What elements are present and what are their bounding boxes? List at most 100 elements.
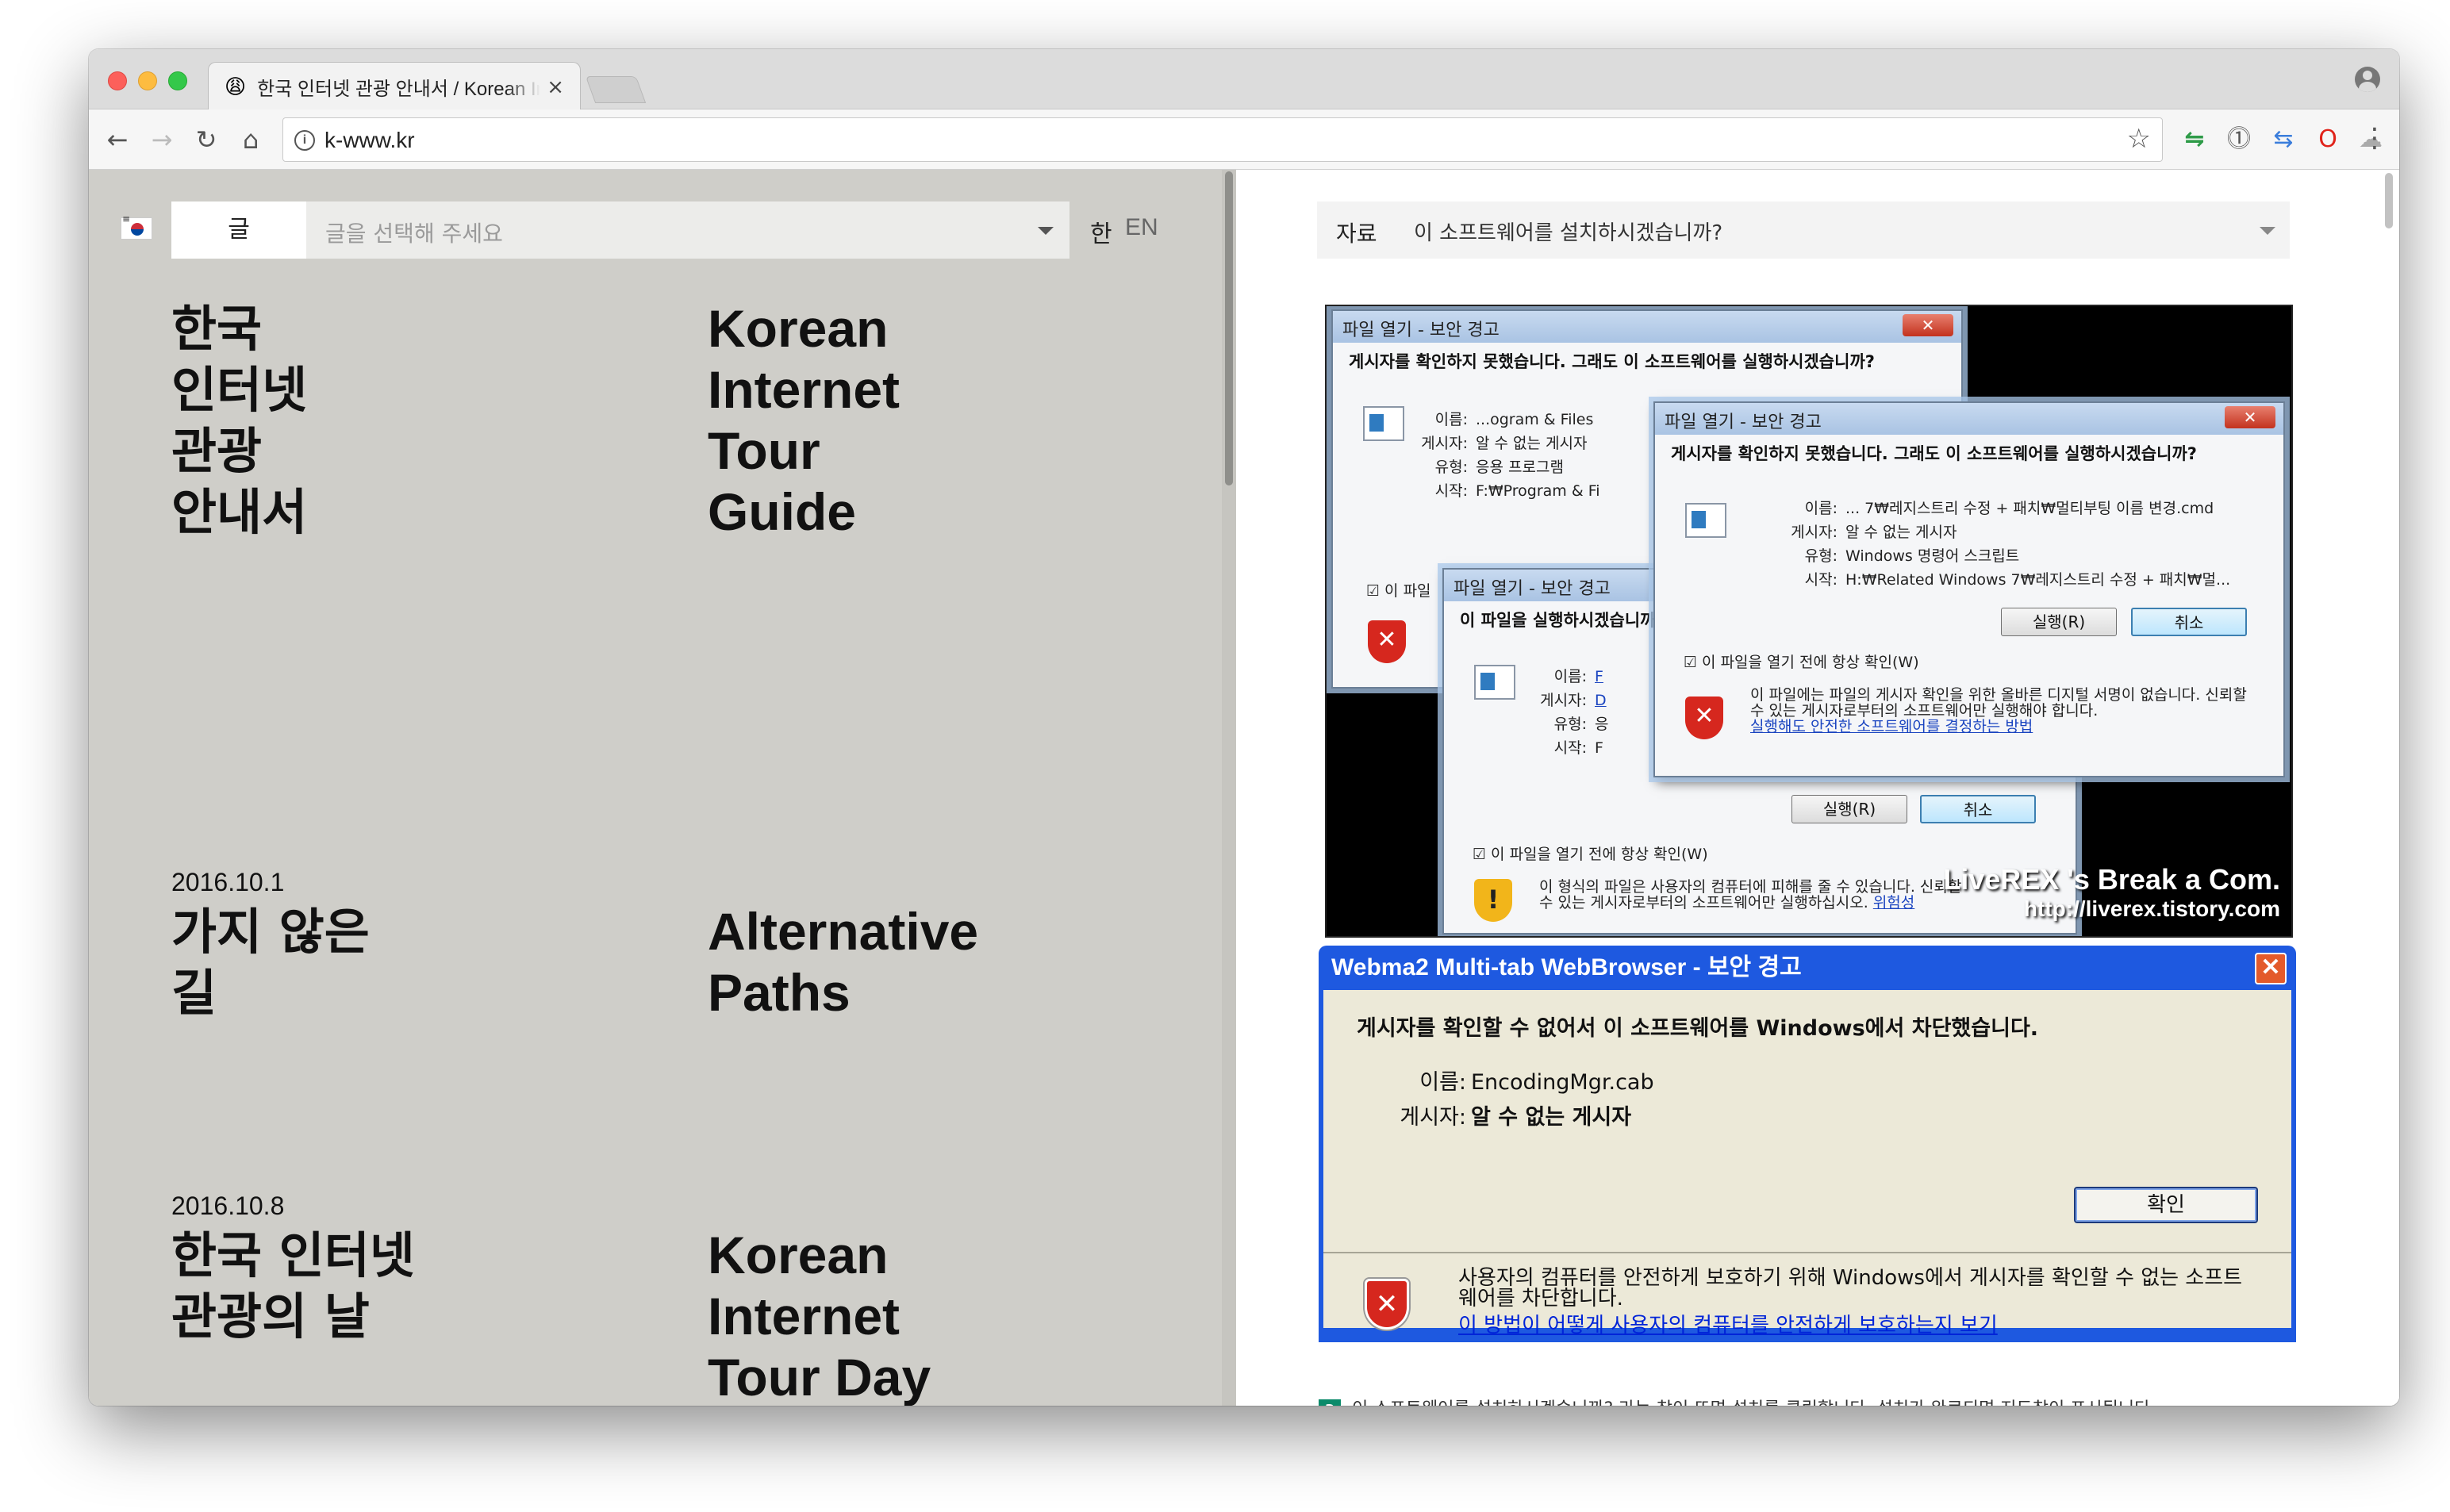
- watermark-title: LiveREX 's Break a Com.: [1943, 863, 2280, 896]
- page-content: 글 글을 선택해 주세요 한 EN 한국 인터넷 관광 안내서 Korean I…: [89, 170, 2399, 1406]
- field-key: 게시자:: [1540, 692, 1587, 709]
- translate-icon[interactable]: ⇆: [2268, 124, 2299, 155]
- shield-error-icon: ✕: [1365, 1279, 1409, 1330]
- dialog-warning: 이 파일에는 파일의 게시자 확인을 위한 올바른 디지털 서명이 없습니다. …: [1750, 687, 2258, 735]
- shield-error-icon: ✕: [1685, 697, 1723, 739]
- close-icon: ✕: [2255, 953, 2287, 984]
- xp-field: 게시자: 알 수 없는 게시자: [1323, 1099, 1631, 1130]
- xp-dialog-title: Webma2 Multi-tab WebBrowser - 보안 경고 ✕: [1323, 946, 2291, 990]
- tab-bar: 😩 한국 인터넷 관광 안내서 / Korean Internet Tour G…: [89, 49, 2399, 111]
- dialog-body: 게시자를 확인하지 못했습니다. 그래도 이 소프트웨어를 실행하시겠습니까? …: [1655, 435, 2283, 776]
- post-date: 2016.10.8: [171, 1192, 285, 1220]
- post-title-en[interactable]: Korean Internet Tour Guide: [708, 298, 1263, 543]
- xp-description: 사용자의 컴퓨터를 안전하게 보호하기 위해 Windows에서 게시자를 확인…: [1458, 1266, 2243, 1311]
- field-value: F: [1595, 668, 1603, 685]
- menu-icon[interactable]: ⋮: [2361, 122, 2388, 154]
- reference-screenshot-xp: Webma2 Multi-tab WebBrowser - 보안 경고 ✕ 게시…: [1319, 946, 2296, 1342]
- field-value: ... 7₩레지스트리 수정 + 패치₩멀티부팅 이름 변경.cmd: [1845, 500, 2214, 517]
- always-check-checkbox: 이 파일을 열기 전에 항상 확인(W): [1684, 650, 1919, 672]
- field-value: ...ogram & Files: [1476, 411, 1594, 428]
- field-key: 게시자:: [1421, 435, 1468, 452]
- field-value: 알 수 없는 게시자: [1476, 435, 1588, 452]
- article-select-placeholder: 글을 선택해 주세요: [325, 221, 503, 247]
- right-scroll-thumb[interactable]: [2385, 173, 2393, 228]
- address-bar[interactable]: i k-www.kr ☆: [282, 117, 2163, 162]
- watermark: LiveREX 's Break a Com. http://liverex.t…: [1943, 863, 2280, 922]
- field-value: Windows 명령어 스크립트: [1845, 547, 2020, 565]
- field-value: 알 수 없는 게시자: [1845, 524, 1957, 541]
- dialog-title: 파일 열기 - 보안 경고 ✕: [1655, 403, 2283, 435]
- reference-label: 자료: [1336, 221, 1377, 247]
- help-link: 위험성: [1872, 894, 1915, 911]
- browser-window: 😩 한국 인터넷 관광 안내서 / Korean Internet Tour G…: [89, 49, 2399, 1406]
- chevron-down-icon: [2260, 227, 2275, 235]
- xp-field: 이름: EncodingMgr.cab: [1323, 1065, 1654, 1096]
- reference-value: 이 소프트웨어를 설치하시겠습니까?: [1414, 221, 1723, 245]
- xp-title-text: Webma2 Multi-tab WebBrowser - 보안 경고: [1331, 954, 1802, 980]
- dialog-warning: 이 형식의 파일은 사용자의 컴퓨터에 피해를 줄 수 있습니다. 신뢰할 수 …: [1539, 879, 1968, 911]
- field-key: 이름:: [1419, 1070, 1466, 1095]
- field-value: D: [1595, 692, 1607, 709]
- reference-screenshot-win7: 파일 열기 - 보안 경고 ✕ 게시자를 확인하지 못했습니다. 그래도 이 소…: [1325, 305, 2293, 938]
- step-text: 이 소프트웨어를 설치하시겠습니까? 라는 창이 뜨면 설치를 클릭합니다. 설…: [1352, 1399, 2156, 1406]
- field-value: F:₩Program & Fi: [1476, 482, 1600, 500]
- zoom-window-button[interactable]: [168, 71, 187, 90]
- bookmark-star-icon[interactable]: ☆: [2127, 123, 2151, 155]
- field-value: 알 수 없는 게시자: [1471, 1105, 1632, 1130]
- new-tab-button[interactable]: [585, 76, 647, 103]
- post-title-en[interactable]: Korean Internet Tour Day: [708, 1225, 1263, 1406]
- field-key: 게시자:: [1400, 1105, 1466, 1130]
- left-scrollbar[interactable]: [1222, 170, 1236, 1406]
- close-window-button[interactable]: [108, 71, 127, 90]
- xp-dialog-body: 게시자를 확인할 수 없어서 이 소프트웨어를 Windows에서 차단했습니다…: [1323, 990, 2291, 1337]
- extension-icon[interactable]: ⓵: [2223, 124, 2255, 155]
- xp-heading: 게시자를 확인할 수 없어서 이 소프트웨어를 Windows에서 차단했습니다…: [1357, 1016, 2039, 1041]
- post-title-ko[interactable]: 한국 인터넷 관광 안내서: [171, 298, 663, 543]
- extension-icon[interactable]: ⇋: [2179, 124, 2210, 155]
- close-icon: ✕: [1903, 314, 1953, 336]
- info-icon[interactable]: i: [294, 130, 315, 151]
- chevron-down-icon: [1038, 227, 1054, 235]
- lang-ko-link[interactable]: 한: [1090, 214, 1112, 249]
- back-icon[interactable]: ←: [98, 121, 136, 159]
- tab-active[interactable]: 😩 한국 인터넷 관광 안내서 / Korean Internet Tour G…: [208, 62, 581, 111]
- article-select[interactable]: 글을 선택해 주세요: [306, 201, 1069, 259]
- profile-icon[interactable]: [2355, 67, 2380, 92]
- run-button: 실행(R): [1791, 795, 1907, 823]
- korea-flag-icon: [121, 213, 152, 240]
- right-scrollbar[interactable]: [2379, 170, 2399, 1406]
- dialog-fields: 이름: ...ogram & Files 게시자: 알 수 없는 게시자 유형: 응용…: [1381, 408, 1600, 503]
- reload-icon[interactable]: ↻: [187, 121, 225, 159]
- field-key: 유형:: [1804, 547, 1838, 565]
- post-item[interactable]: 2016.10.1 가지 않은 길 Alternative Paths: [171, 868, 978, 1022]
- forward-icon[interactable]: →: [143, 121, 181, 159]
- field-key: 이름:: [1804, 500, 1838, 517]
- opera-icon[interactable]: O: [2312, 124, 2344, 155]
- left-scroll-thumb[interactable]: [1225, 171, 1233, 485]
- dialog-fields: 이름: F 게시자: D 유형: 응 시작: F: [1500, 665, 1608, 760]
- field-value: EncodingMgr.cab: [1471, 1070, 1654, 1095]
- file-icon: [1685, 503, 1726, 538]
- lang-en-link[interactable]: EN: [1125, 214, 1158, 241]
- home-icon[interactable]: ⌂: [232, 121, 270, 159]
- reference-select[interactable]: 자료 이 소프트웨어를 설치하시겠습니까?: [1317, 201, 2290, 259]
- tab-close-icon[interactable]: ×: [547, 75, 564, 99]
- post-title-en[interactable]: Alternative Paths: [708, 901, 1263, 1023]
- ok-button: 확인: [2074, 1187, 2258, 1223]
- field-key: 유형:: [1434, 459, 1468, 476]
- favicon-icon: 😩: [225, 75, 247, 99]
- post-title-ko[interactable]: 한국 인터넷 관광의 날: [171, 1225, 663, 1347]
- xp-help-link: 이 방법이 어떻게 사용자의 컴퓨터를 안전하게 보호하는지 보기: [1458, 1314, 1998, 1337]
- field-value: H:₩Related Windows 7₩레지스트리 수정 + 패치₩멀...: [1845, 571, 2231, 589]
- step-caption: 3 이 소프트웨어를 설치하시겠습니까? 라는 창이 뜨면 설치를 클릭합니다. …: [1319, 1395, 2296, 1406]
- cancel-button: 취소: [2131, 608, 2247, 636]
- url-text[interactable]: k-www.kr: [324, 128, 415, 153]
- dialog-heading: 게시자를 확인하지 못했습니다. 그래도 이 소프트웨어를 실행하시겠습니까?: [1349, 352, 1875, 371]
- field-key: 이름:: [1553, 668, 1587, 685]
- warning-text: 이 파일에는 파일의 게시자 확인을 위한 올바른 디지털 서명이 없습니다. …: [1750, 686, 2247, 720]
- post-title-ko[interactable]: 가지 않은 길: [171, 901, 663, 1023]
- dialog-title-text: 파일 열기 - 보안 경고: [1342, 320, 1500, 340]
- shield-error-icon: ✕: [1368, 620, 1406, 663]
- minimize-window-button[interactable]: [138, 71, 157, 90]
- post-item[interactable]: 2016.10.8 한국 인터넷 관광의 날 Korean Internet T…: [171, 1192, 931, 1406]
